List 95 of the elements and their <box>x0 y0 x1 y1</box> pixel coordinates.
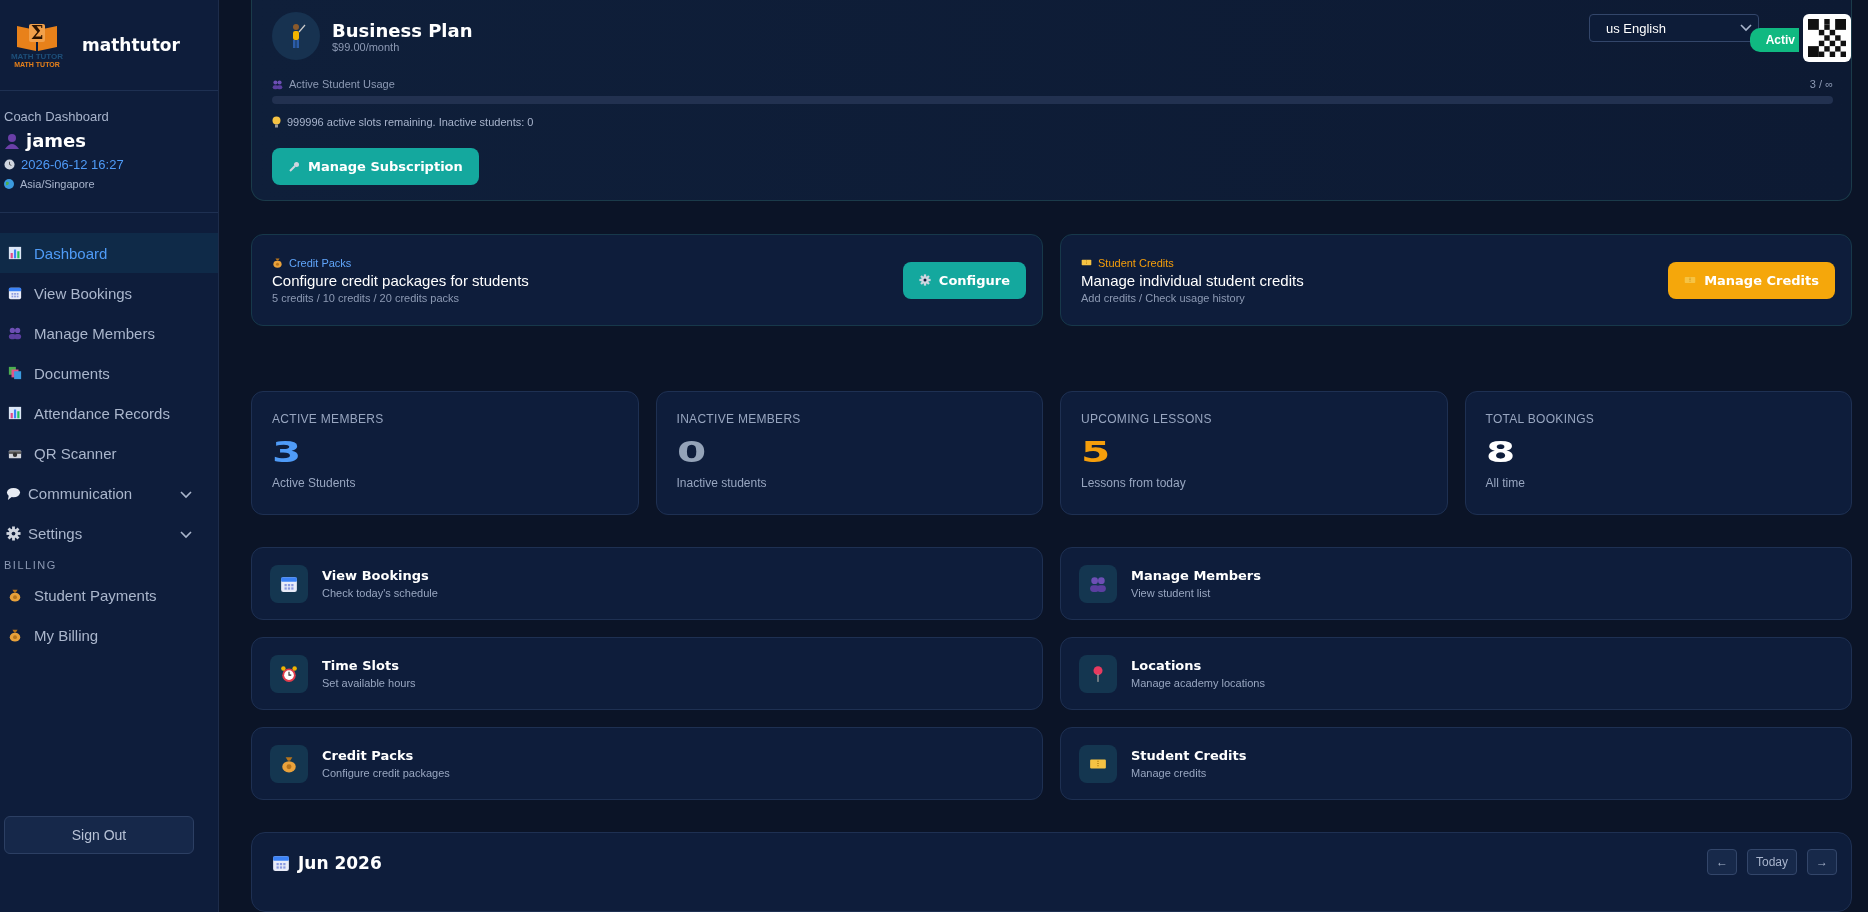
nav-item[interactable]: Attendance Records <box>0 393 218 433</box>
stat-value: 0 <box>676 436 706 470</box>
brand-name: mathtutor <box>82 35 180 55</box>
logo-caption: MATH TUTOR <box>10 52 64 61</box>
quick-link-card[interactable]: Time Slots Set available hours <box>251 637 1043 710</box>
person-icon <box>4 132 20 149</box>
chevron-icon <box>1740 24 1752 32</box>
status-badge: Activ <box>1749 28 1799 52</box>
money-bag-icon <box>272 257 283 268</box>
date-time: 2026-06-12 16:27 <box>21 157 124 172</box>
speech-bubble-icon <box>6 485 21 501</box>
quick-link-subtitle: View student list <box>1131 587 1212 599</box>
stat-value: 5 <box>1081 436 1111 470</box>
calendar-title: Jun 2026 <box>298 853 382 873</box>
calendar-icon <box>280 574 298 593</box>
nav-item[interactable]: View Bookings <box>0 273 218 313</box>
ticket-icon <box>1081 257 1092 268</box>
people-icon <box>272 78 283 90</box>
promo-subtitle: 5 credits / 10 credits / 20 credits packs <box>272 291 461 304</box>
figure-icon <box>272 12 320 60</box>
stat-caption: All time <box>1485 476 1526 490</box>
money-bag-icon <box>8 588 22 602</box>
nav-item[interactable]: Dashboard <box>0 233 218 273</box>
promo-tag: Student Credits <box>1098 256 1174 269</box>
gear-icon <box>918 274 931 286</box>
alarm-clock-icon <box>280 664 298 683</box>
quick-link-title: Credit Packs <box>322 748 415 763</box>
lightbulb-icon <box>272 116 281 128</box>
quick-link-title: View Bookings <box>322 568 430 583</box>
nav-item[interactable]: Manage Members <box>0 313 218 353</box>
today-button[interactable]: Today <box>1746 849 1797 875</box>
chevron-icon <box>180 490 192 499</box>
chevron-icon <box>180 530 192 539</box>
quick-link-card[interactable]: Manage Members View student list <box>1060 547 1852 620</box>
usage-value: 3 / ∞ <box>1809 78 1833 90</box>
promo-title: Configure credit packages for students <box>272 271 529 289</box>
wrench-icon <box>288 160 300 173</box>
money-bag-icon <box>8 628 22 642</box>
gear-icon <box>6 525 21 541</box>
quick-link-subtitle: Configure credit packages <box>322 767 450 779</box>
quick-link-subtitle: Manage credits <box>1131 767 1208 779</box>
nav-item[interactable]: QR Scanner <box>0 433 218 473</box>
stat-label: UPCOMING LESSONS <box>1081 412 1213 426</box>
language-select[interactable]: us English <box>1589 14 1759 42</box>
quick-link-title: Manage Members <box>1131 568 1261 583</box>
stat-value: 8 <box>1485 436 1515 470</box>
quick-link-card[interactable]: Student Credits Manage credits <box>1060 727 1852 800</box>
money-bag-icon <box>280 754 298 773</box>
nav-item[interactable]: My Billing <box>0 615 218 655</box>
promo-tag: Credit Packs <box>289 256 352 269</box>
qr-code-icon[interactable] <box>1803 14 1851 62</box>
promo-title: Manage individual student credits <box>1081 271 1304 289</box>
documents-icon <box>8 366 22 380</box>
sign-out-button[interactable]: Sign Out <box>4 816 194 854</box>
bar-chart-icon <box>8 406 22 420</box>
quick-link-title: Student Credits <box>1131 748 1247 763</box>
stat-label: ACTIVE MEMBERS <box>272 412 385 426</box>
plan-title: Business Plan <box>332 19 473 41</box>
quick-link-card[interactable]: View Bookings Check today's schedule <box>251 547 1043 620</box>
quick-link-title: Time Slots <box>322 658 400 673</box>
quick-link-card[interactable]: Credit Packs Configure credit packages <box>251 727 1043 800</box>
nav-item[interactable]: Documents <box>0 353 218 393</box>
nav-item[interactable]: Settings <box>0 513 218 553</box>
logo-symbol: Σ <box>28 24 46 42</box>
section-heading: BILLING <box>3 558 58 573</box>
bar-chart-icon <box>8 246 22 260</box>
nav-item[interactable]: Student Payments <box>0 575 218 615</box>
next-button[interactable]: → <box>1807 849 1837 875</box>
people-icon <box>8 326 22 340</box>
promo-subtitle: Add credits / Check usage history <box>1081 291 1246 304</box>
stat-caption: Inactive students <box>676 476 768 490</box>
slots-note: 999996 active slots remaining. Inactive students: 0 <box>287 116 534 128</box>
previous-button[interactable]: ← <box>1706 849 1737 875</box>
role-label: Coach Dashboard <box>4 109 110 124</box>
quick-link-card[interactable]: Locations Manage academy locations <box>1060 637 1852 710</box>
timezone: Asia/Singapore <box>20 178 95 190</box>
plan-price: $99.00/month <box>332 40 401 53</box>
calendar-icon <box>8 286 22 300</box>
stat-caption: Active Students <box>272 476 357 490</box>
stat-label: INACTIVE MEMBERS <box>676 412 802 426</box>
quick-link-subtitle: Set available hours <box>322 677 416 689</box>
quick-link-subtitle: Manage academy locations <box>1131 677 1265 689</box>
clock-icon <box>4 159 15 170</box>
globe-icon <box>4 179 14 189</box>
people-icon <box>1089 574 1107 593</box>
stat-label: TOTAL BOOKINGS <box>1485 412 1596 426</box>
quick-link-title: Locations <box>1131 658 1203 673</box>
user-name: james <box>26 130 86 151</box>
nav-item[interactable]: Communication <box>0 473 218 513</box>
stat-value: 3 <box>272 436 302 470</box>
stat-caption: Lessons from today <box>1081 476 1187 490</box>
calendar-icon <box>272 854 290 872</box>
usage-label: Active Student Usage <box>289 78 395 90</box>
ticket-icon <box>1684 274 1697 286</box>
quick-link-subtitle: Check today's schedule <box>322 587 438 599</box>
